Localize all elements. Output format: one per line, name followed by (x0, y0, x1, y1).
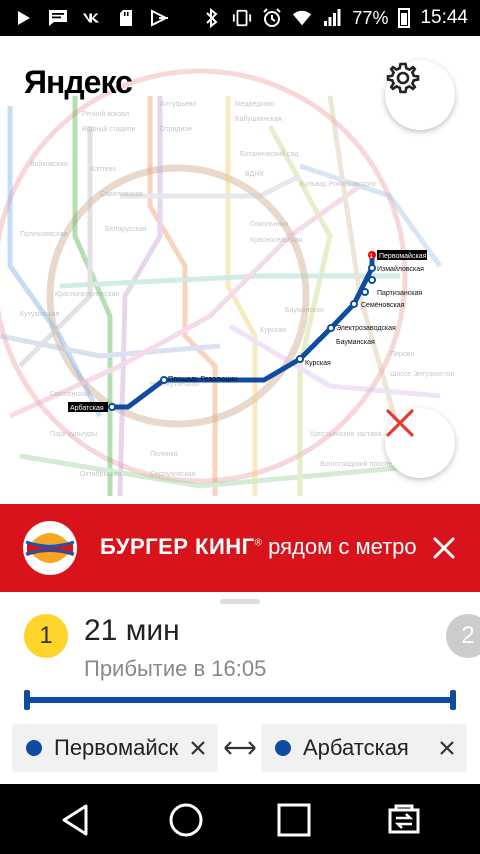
clock: 15:44 (420, 7, 468, 28)
map-label-ploshchad-revolyutsii: Площадь Революции (168, 376, 237, 383)
close-icon (440, 741, 454, 755)
map-label-from: Первомайская (379, 252, 427, 260)
map-label-kurskaya: Курская (305, 360, 331, 367)
close-icon (191, 741, 205, 755)
svg-text:Серпуховская: Серпуховская (150, 471, 196, 478)
map-label-baumanskaya: Бауманская (336, 339, 375, 346)
station-dot-semenovskaya[interactable] (361, 288, 369, 296)
alarm-icon (262, 8, 282, 27)
svg-text:Бауманская: Бауманская (285, 307, 324, 314)
yandex-logo: Яндекс (24, 64, 133, 101)
svg-text:Краснопресненская: Краснопресненская (55, 291, 119, 298)
close-icon (386, 409, 414, 437)
svg-text:Шоссе Энтузиастов: Шоссе Энтузиастов (390, 371, 454, 378)
route-progress-line (24, 690, 456, 710)
settings-button[interactable] (385, 60, 455, 130)
route-index-badge-next[interactable]: 2 (446, 614, 480, 658)
station-dot-partizanskaya[interactable] (368, 276, 376, 284)
map-label-to: Арбатская (70, 404, 104, 412)
route-duration: 21 мин (84, 614, 180, 647)
svg-text:Коптево: Коптево (90, 166, 116, 173)
metro-map[interactable]: Алтуфьево Медведково Речной вокзал Бабушки… (0, 36, 480, 504)
bluetooth-icon (202, 8, 222, 28)
svg-text:Полежаевская: Полежаевская (20, 231, 67, 238)
vibrate-icon (232, 9, 252, 27)
svg-text:Ботанический сад: Ботанический сад (240, 150, 298, 158)
ad-tagline: рядом с метро (262, 534, 417, 559)
recents-icon[interactable] (272, 798, 316, 842)
sd-card-icon (116, 9, 136, 27)
swap-icon[interactable] (222, 738, 258, 758)
svg-text:Парк культуры: Парк культуры (50, 431, 97, 438)
signal-icon (322, 9, 342, 27)
media-icon (150, 9, 170, 27)
svg-text:Кутузовская: Кутузовская (20, 311, 60, 318)
yandex-logo-text: Яндекс (24, 64, 133, 100)
station-dot-kurskaya[interactable] (296, 355, 304, 363)
svg-text:Медведково: Медведково (235, 101, 275, 108)
station-dot-izmaylovskaya[interactable] (368, 264, 376, 272)
svg-text:Бабушкинская: Бабушкинская (235, 115, 282, 123)
svg-text:Крестьянская застава: Крестьянская застава (310, 431, 381, 438)
clear-from-button[interactable] (178, 724, 218, 772)
battery-icon (398, 8, 411, 28)
ad-brand: БУРГЕР КИНГ (100, 534, 255, 559)
route-index-badge[interactable]: 1 (24, 614, 68, 658)
burger-king-logo (23, 521, 77, 575)
ad-banner[interactable]: БУРГЕР КИНГ® рядом с метро (0, 504, 480, 592)
clear-to-button[interactable] (427, 724, 467, 772)
map-label-partizanskaya: Партизанская (377, 290, 422, 297)
svg-text:ВДНХ: ВДНХ (245, 171, 264, 178)
svg-text:Полянка: Полянка (150, 451, 178, 458)
svg-text:Сокольники: Сокольники (250, 221, 288, 228)
svg-text:Перово: Перово (390, 351, 414, 358)
line-color-dot (275, 740, 291, 756)
reset-route-button[interactable] (385, 408, 455, 478)
screen-mirror-icon[interactable] (382, 798, 426, 842)
vk-icon (82, 9, 102, 27)
map-label-semenovskaya: Семёновская (361, 302, 405, 309)
to-station-field[interactable]: Арбатская (261, 724, 467, 772)
line-color-dot (26, 740, 42, 756)
from-station-field[interactable]: Первомайская (12, 724, 218, 772)
ad-text: БУРГЕР КИНГ® рядом с метро (100, 534, 417, 560)
message-icon (48, 9, 68, 27)
status-bar: 77% 15:44 (0, 0, 480, 36)
svg-text:Смоленская: Смоленская (50, 391, 90, 398)
navigation-bar (0, 784, 480, 854)
svg-text:Волгоградский проспект: Волгоградский проспект (320, 460, 399, 468)
sheet-drag-handle[interactable] (220, 599, 260, 604)
svg-text:Белорусская: Белорусская (105, 226, 147, 233)
back-icon[interactable] (54, 798, 98, 842)
map-label-izmaylovskaya: Измайловская (377, 265, 424, 273)
map-label-elektrozavodskaya: Электрозаводская (336, 325, 396, 332)
from-station-text[interactable]: Первомайская (54, 735, 178, 761)
svg-text:Бульвар Рокоссовского: Бульвар Рокоссовского (300, 181, 376, 188)
play-store-icon (14, 9, 34, 27)
svg-text:Речной вокзал: Речной вокзал (82, 110, 129, 118)
svg-text:Алтуфьево: Алтуфьево (160, 101, 196, 108)
home-icon[interactable] (164, 798, 208, 842)
station-dot-elektrozavodskaya[interactable] (350, 300, 358, 308)
svg-text:Октябрьская: Октябрьская (80, 470, 122, 478)
wifi-icon (292, 9, 312, 27)
station-dot-baumanskaya[interactable] (327, 324, 335, 332)
ad-reg: ® (254, 537, 263, 549)
gear-icon (386, 62, 420, 94)
station-dot-ploshchad-revolyutsii[interactable] (160, 376, 168, 384)
to-station-text[interactable]: Арбатская (303, 735, 427, 761)
svg-text:Войковская: Войковская (30, 160, 68, 168)
svg-text:Савёловская: Савёловская (100, 191, 143, 198)
svg-text:Красносельская: Красносельская (250, 237, 303, 244)
svg-text:Отрадное: Отрадное (160, 126, 192, 133)
station-dot-arbatskaya[interactable] (108, 403, 116, 411)
battery-percent: 77% (352, 7, 389, 28)
ad-close-icon[interactable] (430, 534, 458, 562)
route-sheet[interactable]: 1 2 21 мин Прибытие в 16:05 Первомайская… (0, 592, 480, 784)
route-arrival: Прибытие в 16:05 (84, 656, 267, 681)
svg-text:Курская: Курская (260, 327, 286, 334)
svg-text:Водный стадион: Водный стадион (82, 125, 136, 133)
